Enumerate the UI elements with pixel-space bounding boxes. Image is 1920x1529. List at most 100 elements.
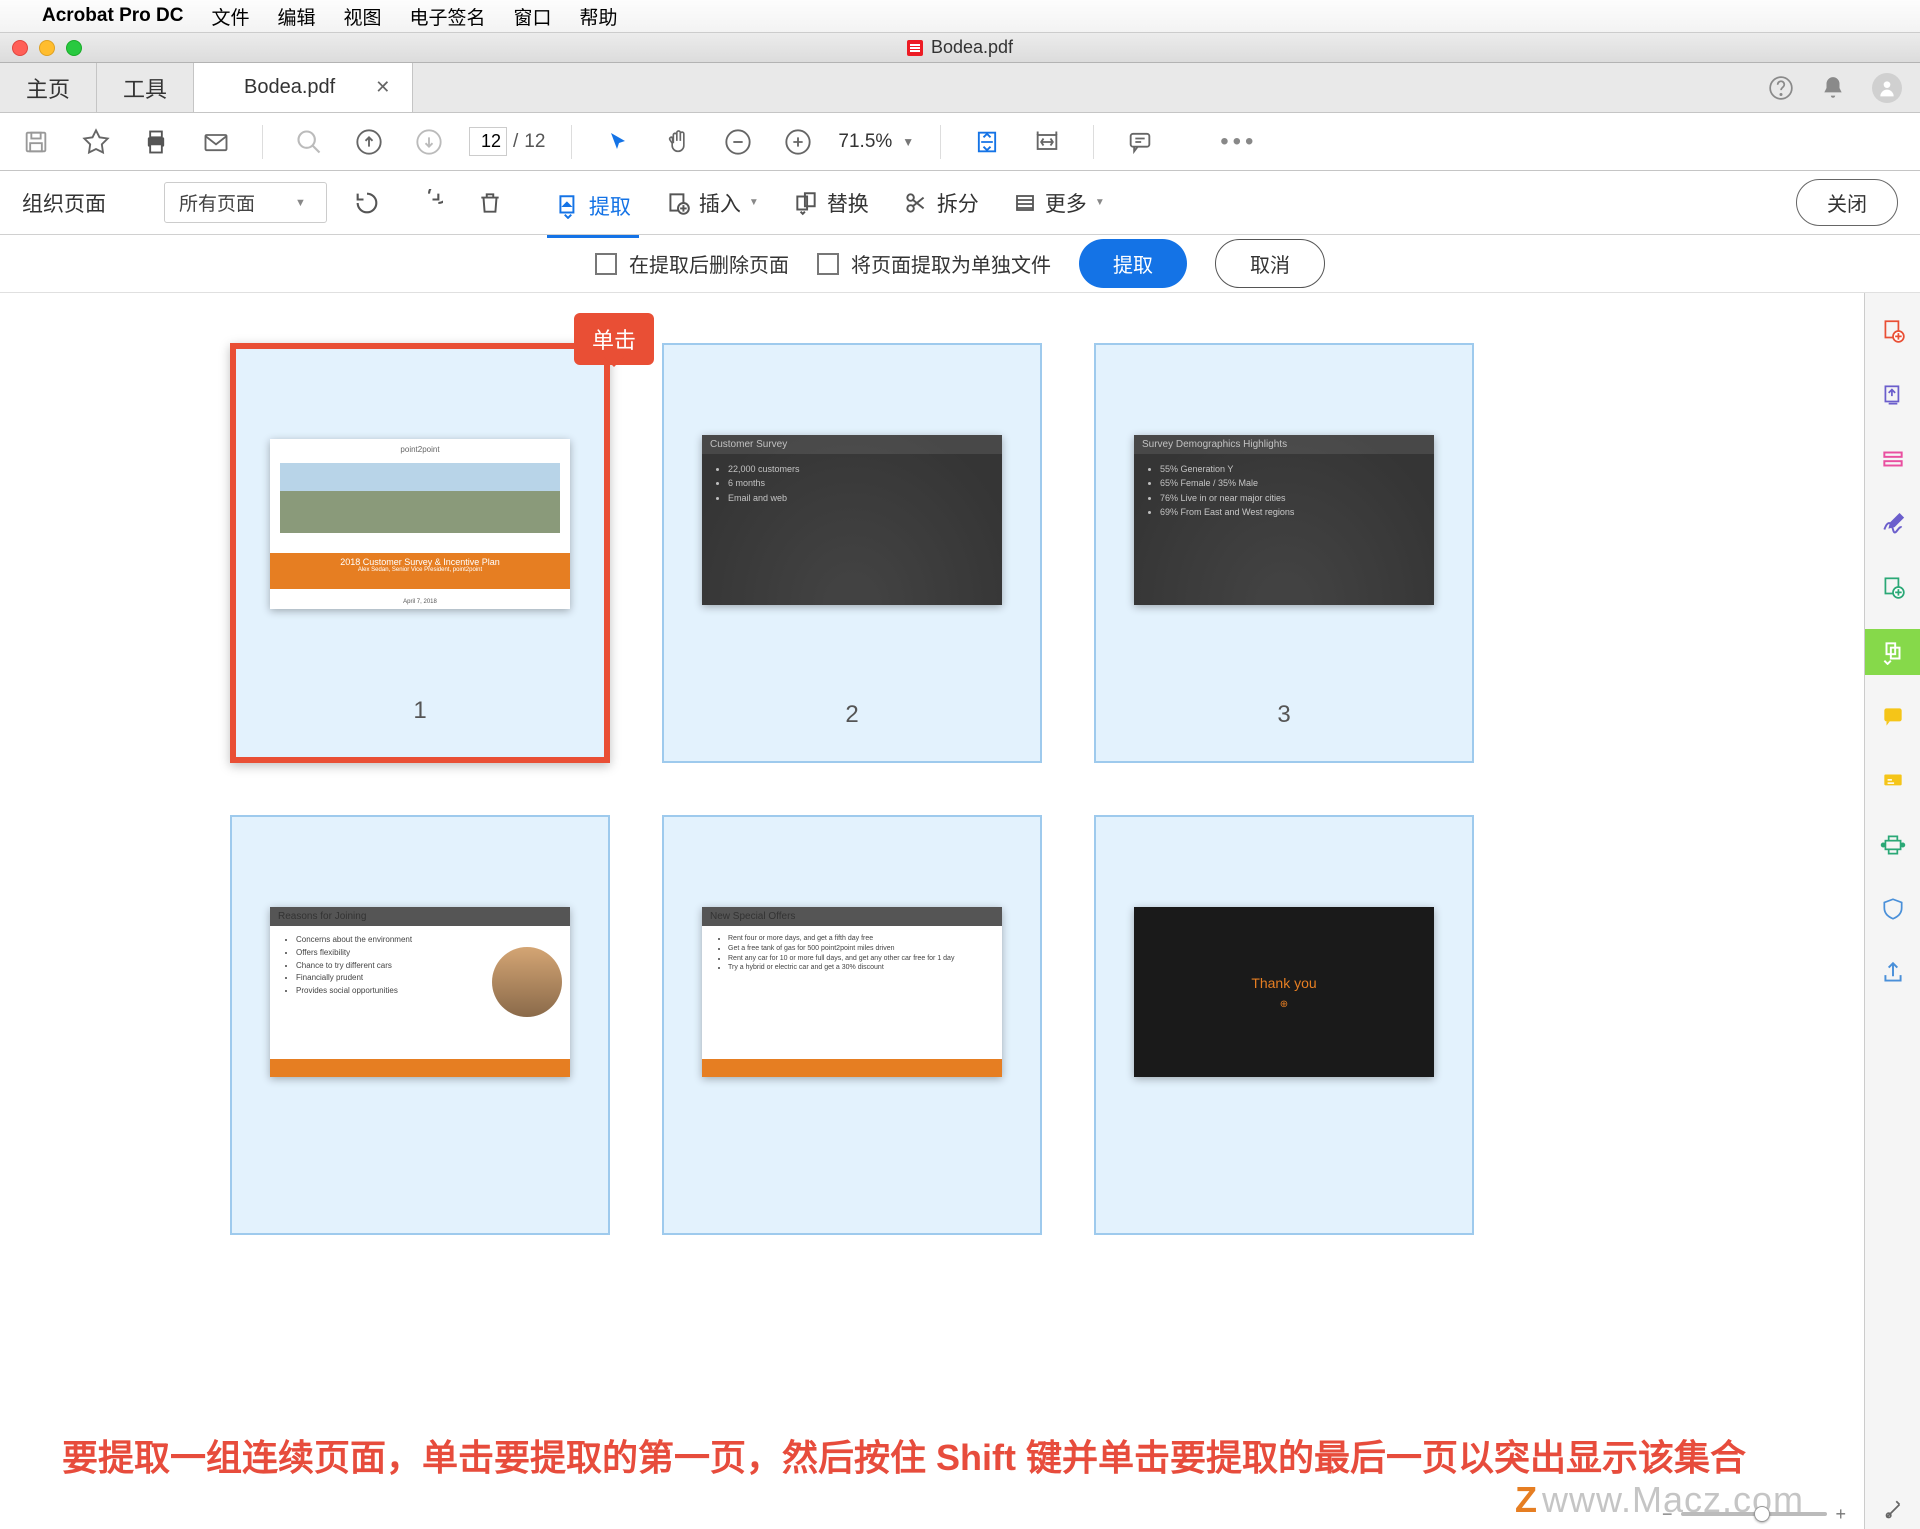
main-area: 单击 point2point 2018 Customer Survey & In… — [0, 293, 1920, 1529]
share-icon[interactable] — [1875, 955, 1911, 991]
menu-help[interactable]: 帮助 — [580, 3, 618, 30]
comment-tool-icon[interactable] — [1875, 699, 1911, 735]
tab-tools[interactable]: 工具 — [97, 63, 194, 112]
edit-pdf-icon[interactable] — [1875, 441, 1911, 477]
page-number-label: 1 — [413, 697, 426, 737]
combine-icon[interactable] — [1875, 569, 1911, 605]
slide-title: Thank you — [1251, 975, 1316, 991]
slide-logo: point2point — [270, 439, 570, 456]
menu-view[interactable]: 视图 — [344, 3, 382, 30]
tab-close-icon[interactable]: ✕ — [375, 77, 390, 98]
sign-icon[interactable] — [1875, 505, 1911, 541]
replace-label: 替换 — [827, 188, 869, 218]
menu-file[interactable]: 文件 — [211, 3, 249, 30]
click-callout: 单击 — [574, 313, 654, 365]
mail-icon[interactable] — [196, 122, 236, 162]
page-preview: New Special Offers Rent four or more day… — [702, 907, 1002, 1077]
window-title-text: Bodea.pdf — [931, 37, 1013, 58]
checkbox-icon — [595, 253, 617, 275]
settings-icon[interactable] — [1875, 1493, 1911, 1529]
slide-title: New Special Offers — [702, 907, 1002, 926]
page-thumbnail-2[interactable]: Customer Survey 22,000 customers 6 month… — [662, 343, 1042, 763]
more-button[interactable]: 更多 ▼ — [1005, 182, 1113, 224]
page-preview: Customer Survey 22,000 customers 6 month… — [702, 435, 1002, 605]
notifications-bell-icon[interactable] — [1820, 75, 1846, 101]
zoom-out-icon[interactable] — [718, 122, 758, 162]
help-icon[interactable] — [1768, 75, 1794, 101]
export-pdf-icon[interactable] — [1875, 377, 1911, 413]
zoom-caret-icon: ▼ — [902, 135, 914, 149]
organize-pages-icon[interactable] — [1865, 629, 1920, 675]
tab-bar: 主页 工具 Bodea.pdf ✕ — [0, 63, 1920, 113]
maximize-window-icon[interactable] — [66, 40, 82, 56]
slide-title: Reasons for Joining — [270, 907, 570, 926]
fill-sign-icon[interactable] — [1875, 763, 1911, 799]
extract-button[interactable]: 提取 — [547, 185, 639, 238]
rotate-right-button[interactable] — [407, 183, 451, 223]
separate-files-checkbox[interactable]: 将页面提取为单独文件 — [817, 249, 1051, 278]
star-icon[interactable] — [76, 122, 116, 162]
slide-list: Rent four or more days, and get a fifth … — [714, 934, 990, 973]
extract-confirm-button[interactable]: 提取 — [1079, 239, 1187, 288]
page-input[interactable] — [469, 127, 507, 156]
organize-title: 组织页面 — [22, 188, 106, 218]
prev-page-icon[interactable] — [349, 122, 389, 162]
slide-subtitle: Alex Sedan, Senior Vice President, point… — [270, 567, 570, 573]
cursor-icon[interactable] — [598, 122, 638, 162]
tab-document-active[interactable]: Bodea.pdf ✕ — [194, 63, 413, 112]
search-icon[interactable] — [289, 122, 329, 162]
fit-page-icon[interactable] — [967, 122, 1007, 162]
more-tools-icon[interactable]: ••• — [1220, 128, 1257, 156]
more-caret-icon: ▼ — [1095, 197, 1105, 208]
close-panel-button[interactable]: 关闭 — [1796, 179, 1898, 226]
page-sep: / — [513, 131, 518, 153]
page-thumbnail-3[interactable]: Survey Demographics Highlights 55% Gener… — [1094, 343, 1474, 763]
zoom-in-icon[interactable] — [778, 122, 818, 162]
organize-pages-bar: 组织页面 所有页面 ▼ 提取 插入 ▼ 替换 拆分 更多 ▼ 关闭 — [0, 171, 1920, 235]
replace-button[interactable]: 替换 — [785, 182, 877, 224]
insert-button[interactable]: 插入 ▼ — [657, 182, 767, 224]
split-button[interactable]: 拆分 — [895, 182, 987, 224]
tab-home[interactable]: 主页 — [0, 63, 97, 112]
next-page-icon[interactable] — [409, 122, 449, 162]
extract-label: 提取 — [589, 191, 631, 221]
delete-after-checkbox[interactable]: 在提取后删除页面 — [595, 249, 789, 278]
zoom-slider-plus-icon[interactable]: + — [1827, 1504, 1854, 1525]
pages-filter-dropdown[interactable]: 所有页面 ▼ — [164, 182, 327, 223]
cancel-button[interactable]: 取消 — [1215, 239, 1325, 288]
right-tools-panel — [1864, 293, 1920, 1529]
fit-width-icon[interactable] — [1027, 122, 1067, 162]
close-window-icon[interactable] — [12, 40, 28, 56]
protect-icon[interactable] — [1875, 891, 1911, 927]
app-name[interactable]: Acrobat Pro DC — [42, 5, 183, 27]
page-preview: Survey Demographics Highlights 55% Gener… — [1134, 435, 1434, 605]
zoom-slider-minus-icon[interactable]: − — [1654, 1504, 1681, 1525]
account-avatar-icon[interactable] — [1872, 73, 1902, 103]
delete-button[interactable] — [469, 184, 511, 222]
print-production-icon[interactable] — [1875, 827, 1911, 863]
pages-filter-label: 所有页面 — [179, 189, 255, 216]
zoom-value: 71.5% — [838, 131, 892, 153]
thumbnails-area[interactable]: 单击 point2point 2018 Customer Survey & In… — [0, 293, 1864, 1529]
page-number-label: 3 — [1277, 701, 1290, 741]
page-thumbnail-4[interactable]: Reasons for Joining Concerns about the e… — [230, 815, 610, 1235]
zoom-level[interactable]: 71.5% ▼ — [838, 131, 914, 153]
window-titlebar: Bodea.pdf — [0, 33, 1920, 63]
menu-window[interactable]: 窗口 — [514, 3, 552, 30]
minimize-window-icon[interactable] — [39, 40, 55, 56]
thumbnail-zoom-slider[interactable]: − + — [1654, 1505, 1854, 1523]
page-number: / 12 — [469, 127, 545, 156]
page-thumbnail-5[interactable]: New Special Offers Rent four or more day… — [662, 815, 1042, 1235]
thumbnails-grid: 单击 point2point 2018 Customer Survey & In… — [230, 343, 1864, 1235]
menu-esign[interactable]: 电子签名 — [410, 3, 486, 30]
print-icon[interactable] — [136, 122, 176, 162]
hand-icon[interactable] — [658, 122, 698, 162]
save-icon[interactable] — [16, 122, 56, 162]
menu-edit[interactable]: 编辑 — [277, 3, 315, 30]
extract-options-bar: 在提取后删除页面 将页面提取为单独文件 提取 取消 — [0, 235, 1920, 293]
page-thumbnail-1[interactable]: 单击 point2point 2018 Customer Survey & In… — [230, 343, 610, 763]
rotate-left-button[interactable] — [345, 183, 389, 223]
page-thumbnail-6[interactable]: Thank you ⊕ — [1094, 815, 1474, 1235]
create-pdf-icon[interactable] — [1875, 313, 1911, 349]
comment-icon[interactable] — [1120, 122, 1160, 162]
